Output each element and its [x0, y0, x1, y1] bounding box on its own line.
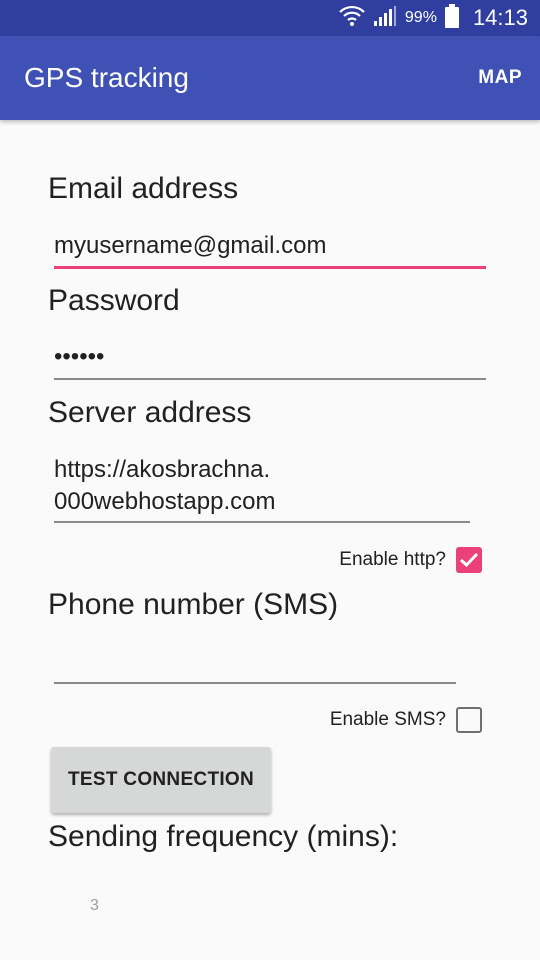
- enable-http-checkbox[interactable]: [456, 547, 482, 573]
- enable-sms-checkbox[interactable]: [456, 707, 482, 733]
- map-button[interactable]: MAP: [470, 36, 522, 120]
- status-icons: 99% 14:13: [339, 0, 528, 36]
- sending-frequency-value[interactable]: 3: [90, 897, 99, 915]
- phone-number-field-underline: [54, 682, 456, 684]
- app-title: GPS tracking: [24, 62, 189, 93]
- email-field[interactable]: myusername@gmail.com: [54, 232, 326, 260]
- enable-sms-row[interactable]: Enable SMS?: [330, 707, 482, 733]
- password-field[interactable]: ••••••: [54, 343, 104, 371]
- server-address-field-underline: [54, 521, 470, 523]
- enable-http-row[interactable]: Enable http?: [339, 547, 482, 573]
- enable-http-label: Enable http?: [339, 549, 446, 570]
- password-field-underline: [54, 378, 486, 380]
- email-label: Email address: [48, 172, 239, 205]
- test-connection-button[interactable]: TEST CONNECTION: [51, 747, 271, 813]
- email-field-underline: [54, 266, 486, 269]
- server-address-field-line1[interactable]: https://akosbrachna.: [54, 456, 270, 484]
- sending-frequency-label: Sending frequency (mins):: [48, 820, 399, 853]
- app-bar: GPS tracking MAP: [0, 36, 540, 120]
- wifi-icon: [339, 5, 365, 32]
- phone-number-label: Phone number (SMS): [48, 588, 339, 621]
- signal-icon: [373, 5, 397, 32]
- status-time: 14:13: [472, 5, 528, 30]
- server-address-label: Server address: [48, 396, 252, 429]
- server-address-field-line2[interactable]: 000webhostapp.com: [54, 488, 275, 516]
- battery-icon: [444, 3, 459, 33]
- enable-sms-label: Enable SMS?: [329, 709, 446, 730]
- status-bar: 99% 14:13: [0, 0, 540, 36]
- battery-percent: 99%: [404, 9, 437, 26]
- checkmark-icon: [459, 552, 479, 568]
- password-label: Password: [48, 284, 180, 317]
